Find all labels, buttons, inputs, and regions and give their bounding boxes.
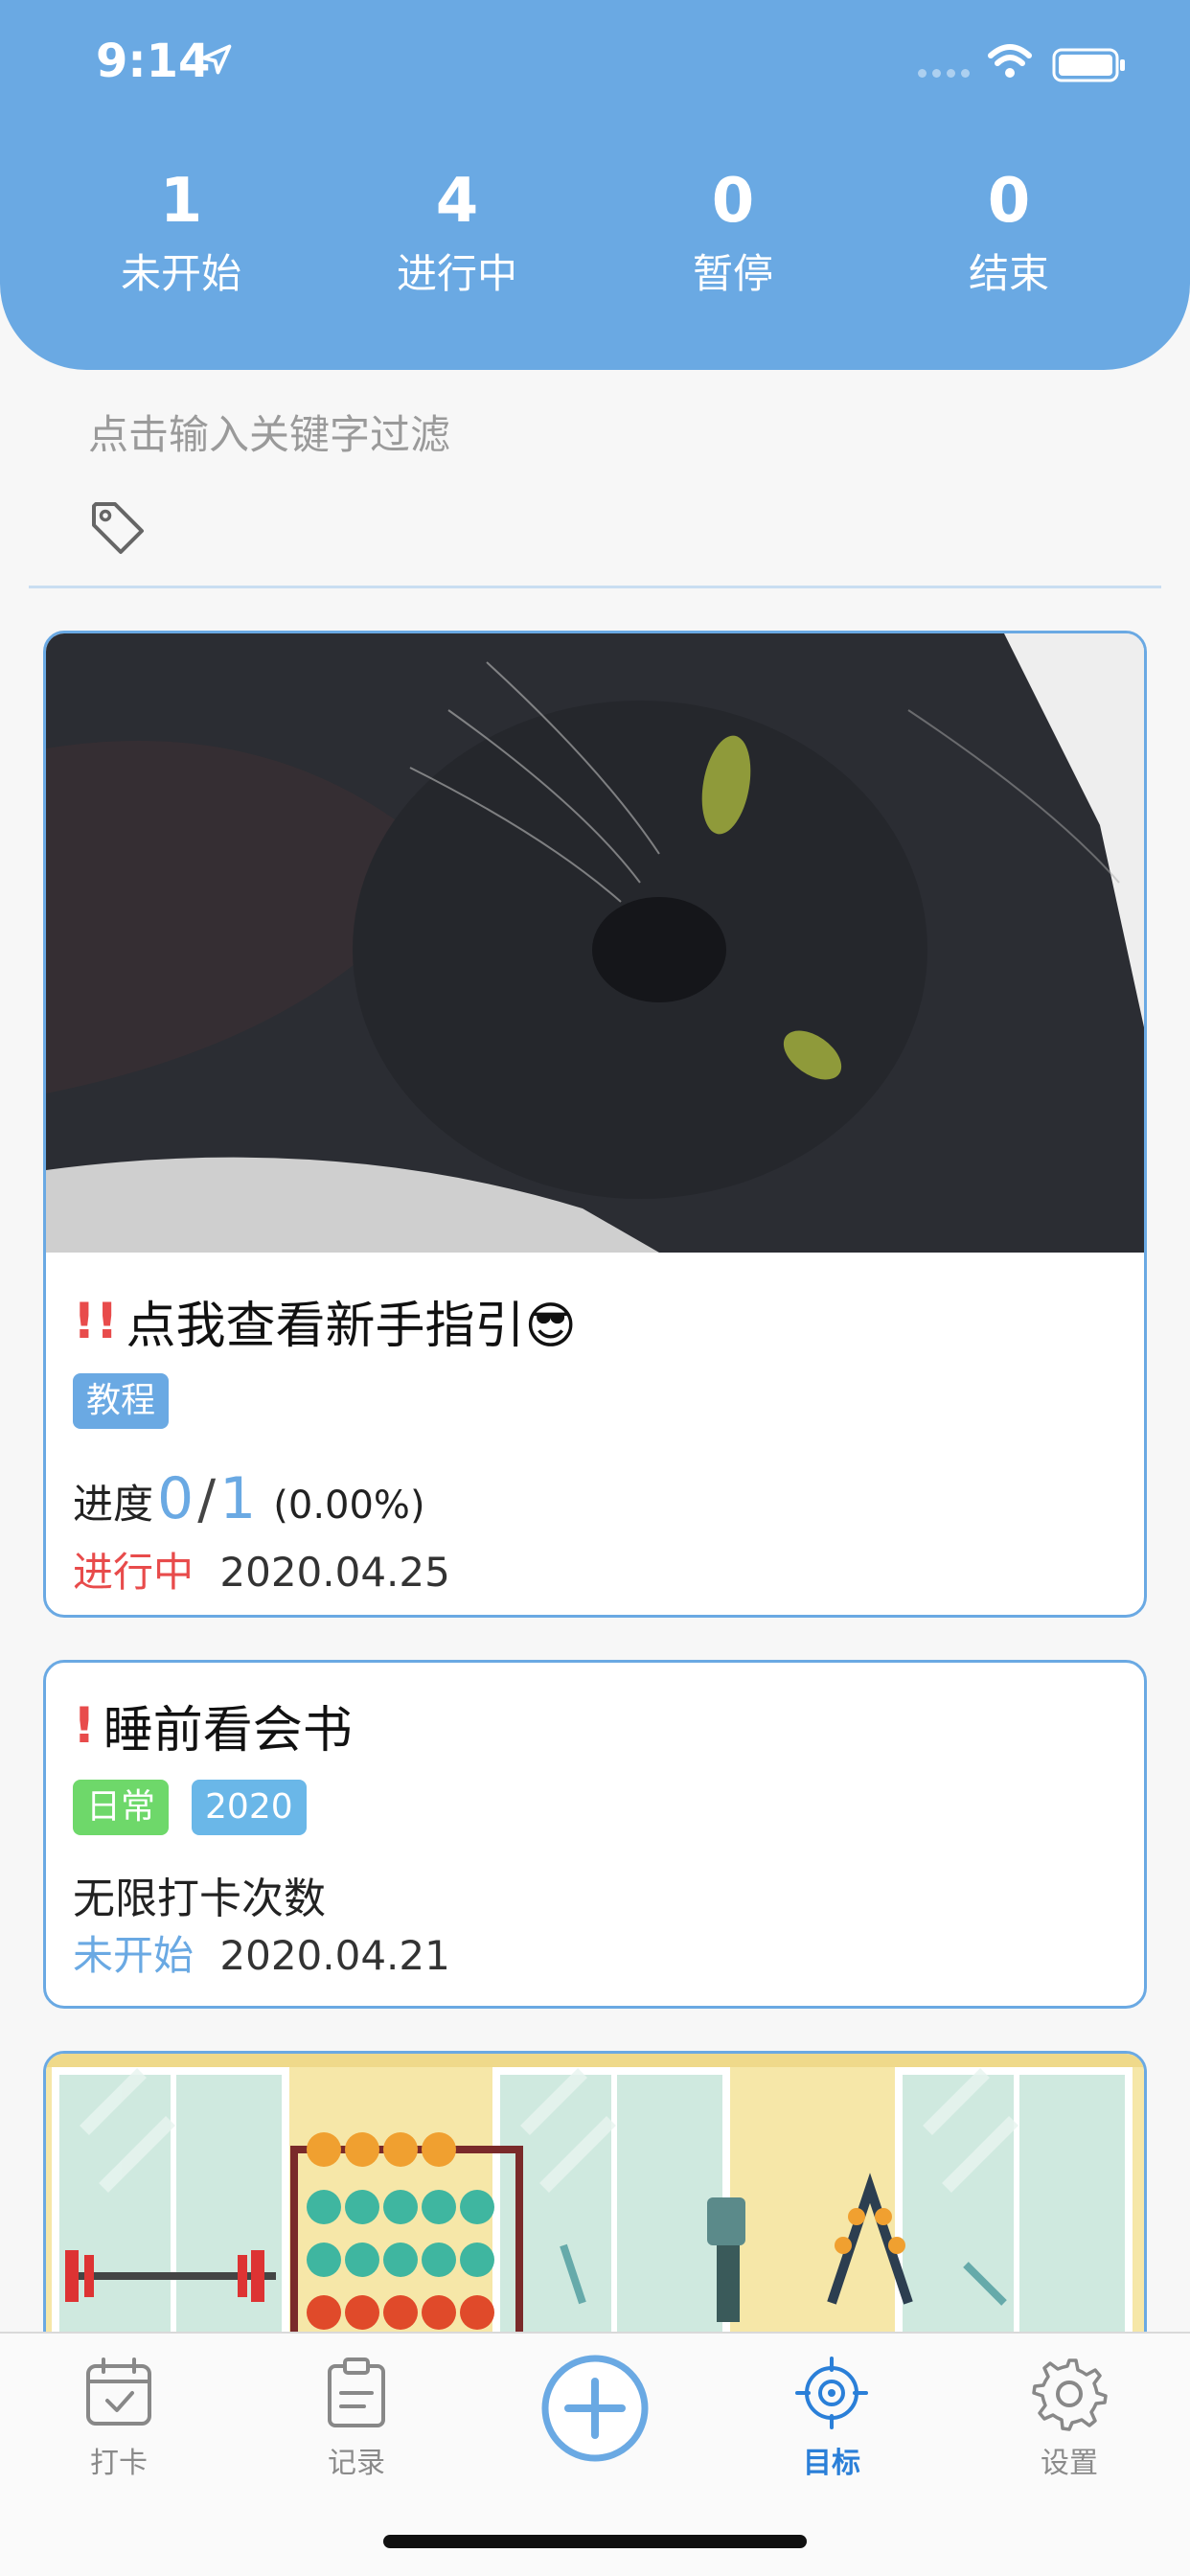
goal-tags: 日常 2020 <box>73 1780 307 1835</box>
wifi-icon <box>988 44 1032 78</box>
target-icon <box>795 2357 868 2429</box>
stat-count: 4 <box>435 166 479 237</box>
goal-progress: 进度 0 / 1 (0.00%) <box>73 1465 425 1532</box>
tag-badge[interactable]: 2020 <box>192 1780 307 1835</box>
progress-slash: / <box>197 1469 217 1531</box>
tab-settings[interactable]: 设置 <box>993 2355 1146 2481</box>
cat-photo <box>46 633 1144 1253</box>
goal-date: 2020.04.21 <box>219 1932 450 1979</box>
battery-icon <box>1052 48 1125 82</box>
stat-count: 1 <box>159 166 203 237</box>
goal-title-text: 点我查看新手指引😎 <box>126 1298 577 1355</box>
stat-in-progress[interactable]: 4 进行中 <box>319 163 595 303</box>
tab-label: 设置 <box>1041 2447 1098 2480</box>
progress-percent: (0.00%) <box>273 1484 425 1528</box>
stat-count: 0 <box>711 166 755 237</box>
goal-card[interactable]: !! 点我查看新手指引😎 教程 进度 0 / 1 (0.00%) 进行中 202… <box>43 631 1147 1618</box>
stat-label: 进行中 <box>396 250 517 297</box>
progress-done: 0 <box>157 1465 195 1532</box>
stat-count: 0 <box>987 166 1031 237</box>
goal-title: ! 睡前看会书 <box>73 1690 353 1761</box>
tab-records[interactable]: 记录 <box>280 2355 433 2481</box>
tag-badge[interactable]: 日常 <box>73 1780 170 1835</box>
status-stats: 1 未开始 4 进行中 0 暂停 0 结束 <box>0 163 1190 303</box>
goal-card[interactable]: ! 睡前看会书 日常 2020 无限打卡次数 未开始 2020.04.21 <box>43 1660 1147 2009</box>
divider <box>29 586 1161 588</box>
goal-tags: 教程 <box>73 1373 170 1429</box>
status-bar: 9:14 <box>0 0 1190 125</box>
progress-label: 进度 <box>73 1481 154 1528</box>
priority-marker: !! <box>73 1292 119 1350</box>
tab-goals[interactable]: 目标 <box>755 2355 908 2481</box>
tab-label: 打卡 <box>90 2447 148 2480</box>
goal-status: 未开始 <box>73 1932 195 1979</box>
stat-not-started[interactable]: 1 未开始 <box>43 163 319 303</box>
location-arrow-icon <box>201 44 232 75</box>
tab-label: 目标 <box>803 2447 860 2480</box>
tag-icon[interactable] <box>88 498 148 558</box>
goal-status-row: 未开始 2020.04.21 <box>73 1923 450 1982</box>
home-indicator <box>383 2535 807 2548</box>
keyword-filter-input[interactable]: 点击输入关键字过滤 <box>88 402 450 461</box>
priority-marker: ! <box>73 1696 96 1755</box>
goal-date: 2020.04.25 <box>219 1549 450 1596</box>
stat-finished[interactable]: 0 结束 <box>871 163 1147 303</box>
checkin-limit: 无限打卡次数 <box>73 1874 326 1923</box>
cellular-signal-icon <box>918 69 973 82</box>
calendar-check-icon <box>86 2358 151 2426</box>
tab-label: 记录 <box>328 2447 385 2480</box>
stat-label: 结束 <box>968 250 1049 297</box>
stat-label: 暂停 <box>692 250 773 297</box>
goal-status: 进行中 <box>73 1549 195 1596</box>
status-time: 9:14 <box>96 34 211 88</box>
tab-punch[interactable]: 打卡 <box>42 2355 195 2481</box>
gear-icon <box>1032 2358 1108 2431</box>
clipboard-icon <box>328 2358 385 2427</box>
add-circle-icon[interactable] <box>539 2353 651 2464</box>
stat-paused[interactable]: 0 暂停 <box>595 163 871 303</box>
summary-header: 9:14 1 未开始 4 进行中 0 暂停 0 结束 <box>0 0 1190 370</box>
goal-status-row: 进行中 2020.04.25 <box>73 1540 450 1598</box>
progress-total: 1 <box>219 1465 257 1532</box>
goal-title: !! 点我查看新手指引😎 <box>73 1285 577 1357</box>
goal-title-text: 睡前看会书 <box>103 1702 353 1760</box>
stat-label: 未开始 <box>120 250 241 297</box>
tag-badge[interactable]: 教程 <box>73 1373 170 1429</box>
